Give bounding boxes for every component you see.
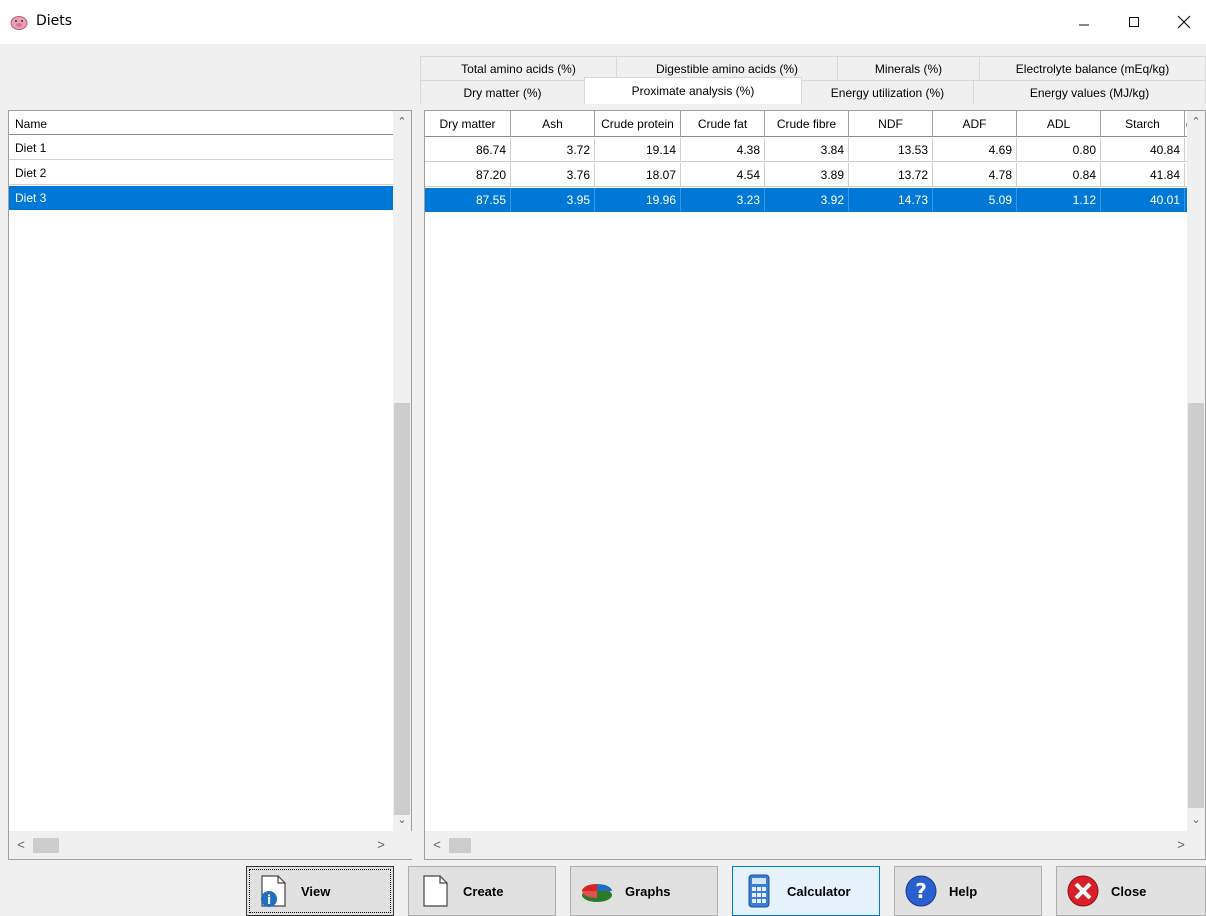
cell-dry-matter[interactable]: 87.55 [425,188,511,212]
cell-adl[interactable]: 0.80 [1017,138,1101,162]
cell-dry-matter[interactable]: 86.74 [425,138,511,162]
scroll-down-icon[interactable]: ⌄ [1187,813,1205,831]
grid-header-row: Dry matter Ash Crude protein Crude fat C… [425,111,1197,137]
view-button[interactable]: i View [246,866,394,916]
cell-crude-fat[interactable]: 4.38 [681,138,765,162]
scroll-left-icon[interactable]: < [13,837,29,852]
list-horizontal-scrollbar[interactable]: < > [9,831,413,859]
table-row[interactable]: 86.74 3.72 19.14 4.38 3.84 13.53 4.69 0.… [425,138,1197,162]
diet-list-item[interactable]: Diet 1 [9,136,394,160]
column-header-adf[interactable]: ADF [933,111,1017,137]
cell-adf[interactable]: 4.78 [933,163,1017,187]
close-button[interactable]: Close [1056,866,1206,916]
cell-crude-fibre[interactable]: 3.92 [765,188,849,212]
diet-list-item-selected[interactable]: Diet 3 [9,186,394,210]
calculator-button-label: Calculator [787,883,851,899]
tab-minerals[interactable]: Minerals (%) [837,56,980,80]
scroll-right-icon[interactable]: > [1173,837,1189,852]
view-button-label: View [301,883,331,899]
cell-adf[interactable]: 4.69 [933,138,1017,162]
close-icon [1177,15,1191,29]
close-x-icon [1067,875,1099,907]
new-document-icon [423,875,448,907]
cell-crude-fibre[interactable]: 3.84 [765,138,849,162]
title-bar: Diets [0,0,1206,44]
pig-app-icon [10,16,28,30]
diet-list-item[interactable]: Diet 2 [9,161,394,185]
minimize-button[interactable] [1060,0,1108,44]
column-header-ndf[interactable]: NDF [849,111,933,137]
grid-scroll-thumb[interactable] [1188,403,1204,808]
close-button-label: Close [1111,883,1147,899]
proximate-analysis-grid: Dry matter Ash Crude protein Crude fat C… [424,110,1206,860]
pie-chart-icon [582,884,612,902]
table-row[interactable]: 87.20 3.76 18.07 4.54 3.89 13.72 4.78 0.… [425,163,1197,187]
cell-ash[interactable]: 3.95 [511,188,595,212]
cell-adl[interactable]: 1.12 [1017,188,1101,212]
column-header-ash[interactable]: Ash [511,111,595,137]
column-header-crude-fibre[interactable]: Crude fibre [765,111,849,137]
cell-crude-fat[interactable]: 3.23 [681,188,765,212]
calculator-button[interactable]: Calculator [732,866,880,916]
cell-ash[interactable]: 3.76 [511,163,595,187]
column-header-crude-fat[interactable]: Crude fat [681,111,765,137]
diet-list-panel: Name Diet 1 Diet 2 Diet 3 ⌃ ⌄ < > [8,110,413,860]
graphs-button[interactable]: Graphs [570,866,718,916]
list-vertical-scrollbar[interactable]: ⌃ ⌄ [393,111,411,832]
list-hscroll-thumb[interactable] [33,838,59,853]
tab-proximate-analysis[interactable]: Proximate analysis (%) [584,77,802,104]
grid-hscroll-thumb[interactable] [449,838,471,853]
minimize-icon [1079,24,1089,26]
help-question-icon: ? [905,875,937,907]
grid-vertical-scrollbar[interactable]: ⌃ ⌄ [1187,111,1205,832]
svg-text:?: ? [915,879,927,903]
cell-adl[interactable]: 0.84 [1017,163,1101,187]
scroll-up-icon[interactable]: ⌃ [1187,115,1205,133]
maximize-button[interactable] [1110,0,1158,44]
tab-dry-matter[interactable]: Dry matter (%) [420,80,585,104]
create-button-label: Create [463,883,504,899]
cell-ndf[interactable]: 13.72 [849,163,933,187]
cell-dry-matter[interactable]: 87.20 [425,163,511,187]
table-row-selected[interactable]: 87.55 3.95 19.96 3.23 3.92 14.73 5.09 1.… [425,188,1197,212]
list-scroll-thumb[interactable] [394,403,410,815]
scroll-up-icon[interactable]: ⌃ [393,115,411,133]
cell-ndf[interactable]: 14.73 [849,188,933,212]
grid-horizontal-scrollbar[interactable]: < > [425,831,1205,859]
maximize-icon [1129,17,1139,27]
help-button-label: Help [949,883,978,899]
cell-starch[interactable]: 41.84 [1101,163,1185,187]
scroll-down-icon[interactable]: ⌄ [393,813,411,831]
cell-crude-protein[interactable]: 18.07 [595,163,681,187]
help-button[interactable]: ? Help [894,866,1042,916]
scroll-left-icon[interactable]: < [429,837,445,852]
cell-starch[interactable]: 40.84 [1101,138,1185,162]
graphs-button-label: Graphs [625,883,671,899]
tab-energy-utilization[interactable]: Energy utilization (%) [801,80,974,104]
cell-ash[interactable]: 3.72 [511,138,595,162]
column-header-starch[interactable]: Starch [1101,111,1185,137]
name-column-header[interactable]: Name [9,111,394,135]
column-header-dry-matter[interactable]: Dry matter [425,111,511,137]
svg-text:i: i [267,893,271,907]
cell-crude-protein[interactable]: 19.14 [595,138,681,162]
create-button[interactable]: Create [408,866,556,916]
tab-energy-values[interactable]: Energy values (MJ/kg) [973,80,1206,104]
scroll-right-icon[interactable]: > [373,837,389,852]
cell-crude-protein[interactable]: 19.96 [595,188,681,212]
calculator-icon [748,874,770,908]
cell-starch[interactable]: 40.01 [1101,188,1185,212]
tab-electrolyte-balance[interactable]: Electrolyte balance (mEq/kg) [979,56,1206,80]
view-info-icon: i [261,875,286,907]
window-title: Diets [36,13,73,29]
column-header-adl[interactable]: ADL [1017,111,1101,137]
cell-ndf[interactable]: 13.53 [849,138,933,162]
column-header-crude-protein[interactable]: Crude protein [595,111,681,137]
cell-adf[interactable]: 5.09 [933,188,1017,212]
cell-crude-fibre[interactable]: 3.89 [765,163,849,187]
close-window-button[interactable] [1160,0,1206,44]
cell-crude-fat[interactable]: 4.54 [681,163,765,187]
